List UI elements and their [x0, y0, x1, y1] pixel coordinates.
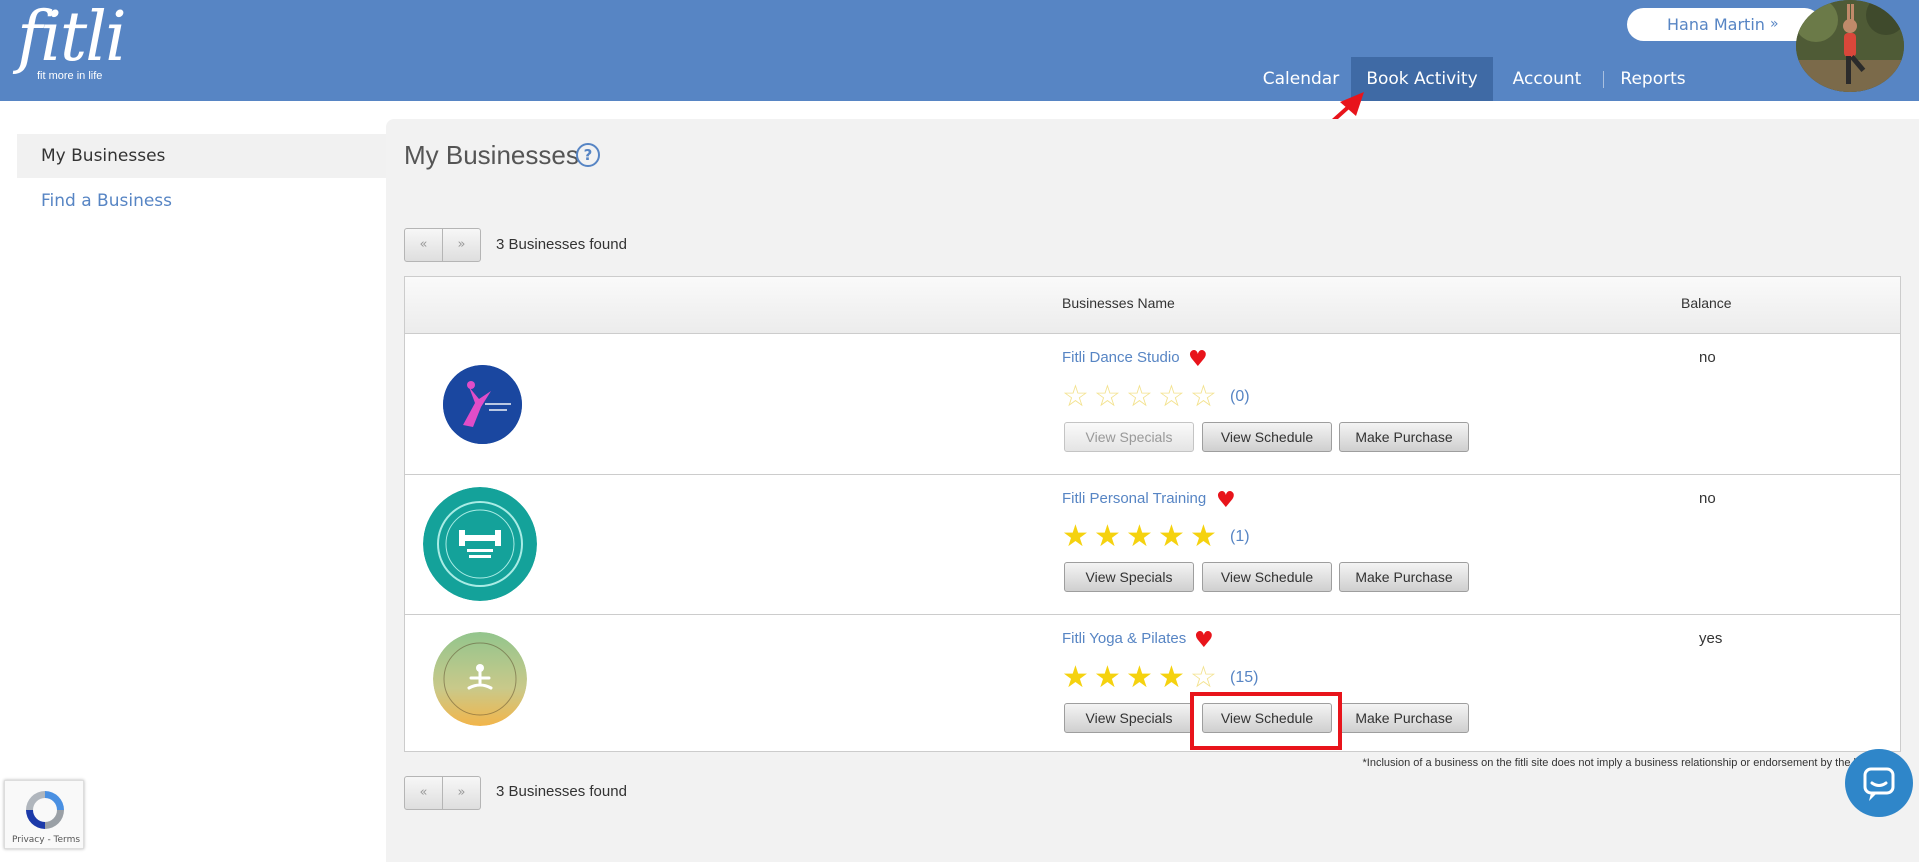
pager-next-button[interactable]: » — [442, 777, 480, 809]
nav-reports[interactable]: Reports — [1613, 57, 1693, 101]
nav-separator — [1603, 71, 1604, 88]
header-business-name: Businesses Name — [1062, 295, 1175, 311]
star-full-icon: ★ — [1062, 660, 1089, 695]
results-count: 3 Businesses found — [496, 783, 627, 800]
business-logo[interactable] — [423, 487, 537, 601]
table-row: Fitli Personal Training ♥ ★ ★ ★ ★ ★ (1) … — [405, 475, 1900, 615]
recaptcha-icon — [26, 791, 64, 829]
chat-widget-button[interactable] — [1845, 749, 1913, 817]
avatar[interactable] — [1796, 0, 1904, 92]
user-name: Hana Martin — [1667, 15, 1765, 34]
balance-value: yes — [1699, 630, 1723, 647]
business-name-link[interactable]: Fitli Yoga & Pilates — [1062, 630, 1186, 647]
business-name-link[interactable]: Fitli Personal Training — [1062, 490, 1206, 507]
star-empty-icon: ☆ — [1158, 379, 1185, 414]
page-title: My Businesses — [404, 140, 579, 170]
nav-book-activity[interactable]: Book Activity — [1351, 57, 1493, 101]
view-schedule-button[interactable]: View Schedule — [1202, 562, 1332, 592]
rating-stars: ★ ★ ★ ★ ★ (1) — [1062, 522, 1250, 552]
star-empty-icon: ☆ — [1126, 379, 1153, 414]
make-purchase-button[interactable]: Make Purchase — [1339, 422, 1469, 452]
business-logo[interactable] — [443, 365, 522, 444]
business-name-link[interactable]: Fitli Dance Studio — [1062, 349, 1180, 366]
star-empty-icon: ☆ — [1062, 379, 1089, 414]
nav-account[interactable]: Account — [1497, 57, 1597, 101]
rating-count[interactable]: (0) — [1230, 388, 1250, 406]
rating-count[interactable]: (1) — [1230, 528, 1250, 546]
sidebar-item-find-business[interactable]: Find a Business — [17, 179, 387, 223]
rating-stars: ☆ ☆ ☆ ☆ ☆ (0) — [1062, 382, 1250, 412]
view-specials-button[interactable]: View Specials — [1064, 562, 1194, 592]
help-icon[interactable]: ? — [576, 143, 600, 167]
pager-prev-button[interactable]: « — [405, 777, 442, 809]
recaptcha-links[interactable]: Privacy - Terms — [12, 835, 80, 845]
pager-next-button[interactable]: » — [442, 229, 480, 261]
star-empty-icon: ☆ — [1094, 379, 1121, 414]
chat-bubble-icon — [1863, 767, 1895, 801]
avatar-photo — [1796, 0, 1904, 92]
disclaimer-text: *Inclusion of a business on the fitli si… — [1362, 757, 1900, 769]
pager-bottom: « » — [404, 776, 481, 810]
table-row: Fitli Dance Studio ♥ ☆ ☆ ☆ ☆ ☆ (0) View … — [405, 334, 1900, 475]
star-empty-icon: ☆ — [1190, 379, 1217, 414]
favorite-heart-icon[interactable]: ♥ — [1194, 630, 1214, 652]
rating-stars: ★ ★ ★ ★ ☆ (15) — [1062, 663, 1258, 693]
star-full-icon: ★ — [1126, 660, 1153, 695]
fitli-logo[interactable]: fitli fit more in life — [17, 0, 127, 83]
recaptcha-badge[interactable]: Privacy - Terms — [4, 780, 84, 849]
balance-value: no — [1699, 490, 1716, 507]
view-specials-button[interactable]: View Specials — [1064, 703, 1194, 733]
rating-count[interactable]: (15) — [1230, 669, 1258, 687]
dance-studio-logo — [443, 365, 522, 444]
star-full-icon: ★ — [1062, 519, 1089, 554]
table-header: Businesses Name Balance — [405, 277, 1900, 334]
yoga-pilates-logo — [433, 632, 527, 726]
star-full-icon: ★ — [1094, 660, 1121, 695]
star-full-icon: ★ — [1158, 660, 1185, 695]
favorite-heart-icon[interactable]: ♥ — [1188, 349, 1208, 371]
logo-word: fitli — [17, 0, 127, 77]
view-schedule-button[interactable]: View Schedule — [1202, 422, 1332, 452]
favorite-heart-icon[interactable]: ♥ — [1216, 490, 1236, 512]
header-balance: Balance — [1681, 295, 1732, 311]
make-purchase-button[interactable]: Make Purchase — [1339, 703, 1469, 733]
personal-training-logo — [423, 487, 537, 601]
business-logo[interactable] — [433, 632, 527, 726]
sidebar-item-my-businesses[interactable]: My Businesses — [17, 134, 387, 178]
businesses-table: Businesses Name Balance Fitli Dance Stud… — [404, 276, 1901, 752]
star-full-icon: ★ — [1158, 519, 1185, 554]
chevron-double-down-icon: » — [1770, 16, 1779, 32]
balance-value: no — [1699, 349, 1716, 366]
top-header: fitli fit more in life Hana Martin » Cal… — [0, 0, 1919, 101]
star-empty-icon: ☆ — [1190, 660, 1217, 695]
view-specials-button[interactable]: View Specials — [1064, 422, 1194, 452]
user-menu[interactable]: Hana Martin » — [1627, 8, 1821, 41]
star-full-icon: ★ — [1190, 519, 1217, 554]
results-count: 3 Businesses found — [496, 236, 627, 253]
logo-tagline: fit more in life — [37, 70, 103, 82]
pager-top: « » — [404, 228, 481, 262]
make-purchase-button[interactable]: Make Purchase — [1339, 562, 1469, 592]
red-highlight-box-annotation — [1190, 692, 1342, 750]
table-row: Fitli Yoga & Pilates ♥ ★ ★ ★ ★ ☆ (15) Vi… — [405, 615, 1900, 751]
star-full-icon: ★ — [1126, 519, 1153, 554]
pager-prev-button[interactable]: « — [405, 229, 442, 261]
star-full-icon: ★ — [1094, 519, 1121, 554]
